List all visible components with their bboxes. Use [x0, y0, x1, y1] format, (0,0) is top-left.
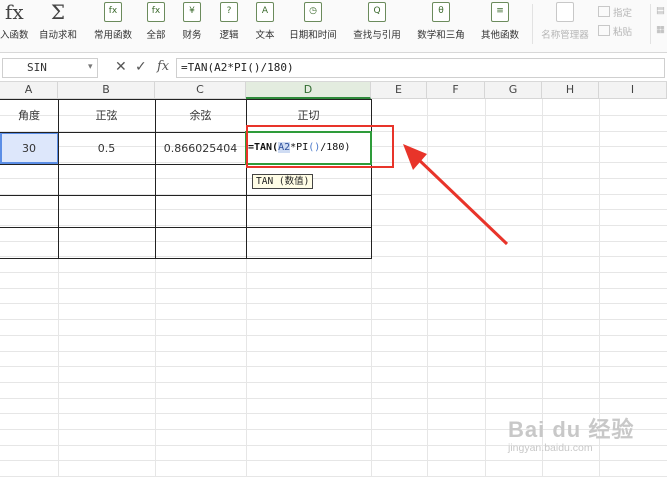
- paste-label: 粘贴: [613, 27, 633, 38]
- yen-icon: ¥: [183, 2, 201, 22]
- confirm-icon[interactable]: ✓: [135, 59, 147, 75]
- header-cell-tangent[interactable]: 正切: [246, 107, 371, 123]
- col-header-c[interactable]: C: [155, 82, 246, 99]
- col-header-f[interactable]: F: [427, 82, 485, 99]
- sigma-icon: Σ: [50, 0, 66, 24]
- list-icon: ≡: [491, 2, 509, 22]
- fx-icon: fx: [5, 0, 24, 24]
- finance-label: 财务: [182, 30, 202, 41]
- insert-function-label: 入函数: [0, 30, 29, 41]
- table-border: [246, 99, 247, 259]
- cell-c2[interactable]: 0.866025404: [155, 142, 246, 155]
- common-functions-label: 常用函数: [93, 30, 132, 41]
- table-border: [0, 258, 371, 259]
- text-label: 文本: [255, 30, 275, 41]
- other-functions-button[interactable]: ≡ 其他函数: [474, 0, 526, 52]
- table-border: [155, 99, 156, 259]
- col-header-i[interactable]: I: [599, 82, 667, 99]
- cell-b2[interactable]: 0.5: [58, 142, 155, 155]
- table-border: [0, 227, 371, 228]
- gridline: [0, 272, 667, 273]
- header-cell-cosine[interactable]: 余弦: [155, 107, 246, 123]
- gridline: [0, 224, 667, 226]
- autosum-button[interactable]: Σ 自动求和: [32, 0, 84, 52]
- name-manager-button[interactable]: 名称管理器: [536, 0, 594, 52]
- name-manager-label: 名称管理器: [541, 30, 589, 41]
- specify-label: 指定: [613, 8, 633, 19]
- header-cell-angle[interactable]: 角度: [0, 107, 58, 123]
- magnifier-icon: Q: [368, 2, 386, 22]
- table-border: [0, 99, 371, 100]
- overflow-icon[interactable]: ▤: [656, 5, 665, 16]
- table-border: [0, 195, 371, 196]
- col-header-d[interactable]: D: [246, 82, 371, 99]
- gridline: [0, 350, 667, 352]
- table-border: [371, 99, 372, 259]
- logic-label: 逻辑: [219, 30, 239, 41]
- autosum-label: 自动求和: [38, 30, 77, 41]
- lookup-label: 查找与引用: [353, 30, 401, 41]
- fx-star-icon: fx: [104, 2, 122, 22]
- ribbon-separator: [532, 4, 533, 44]
- gridline: [0, 397, 667, 399]
- gridline: [0, 177, 667, 179]
- annotation-box: [246, 125, 394, 168]
- specify-icon: [598, 6, 610, 17]
- arrow-shaft: [415, 156, 509, 246]
- gridline: [0, 209, 667, 211]
- spreadsheet-grid: A B C D E F G H I 角度 正弦 余弦 正切 30 0.5 0.8…: [0, 82, 667, 477]
- col-header-g[interactable]: G: [485, 82, 542, 99]
- name-manager-icon: [556, 2, 574, 22]
- chevron-down-icon[interactable]: ▾: [88, 62, 93, 72]
- finance-button[interactable]: ¥ 财务: [175, 0, 209, 52]
- text-button[interactable]: A 文本: [248, 0, 282, 52]
- all-functions-button[interactable]: fx 全部: [140, 0, 172, 52]
- math-trig-button[interactable]: θ 数学和三角: [412, 0, 470, 52]
- col-header-e[interactable]: E: [371, 82, 427, 99]
- gridline: [0, 381, 667, 383]
- insert-function-button[interactable]: fx 入函数: [0, 0, 29, 52]
- function-tooltip[interactable]: TAN (数值): [252, 174, 314, 189]
- overflow-icon-2[interactable]: ▦: [656, 24, 665, 35]
- cancel-icon[interactable]: ✕: [115, 59, 127, 75]
- text-a-icon: A: [256, 2, 274, 22]
- other-functions-label: 其他函数: [480, 30, 519, 41]
- gridline: [0, 287, 667, 289]
- gridline: [0, 460, 667, 462]
- common-functions-button[interactable]: fx 常用函数: [88, 0, 138, 52]
- col-header-h[interactable]: H: [542, 82, 599, 99]
- all-functions-label: 全部: [146, 30, 166, 41]
- table-border: [58, 99, 59, 259]
- gridline: [0, 240, 667, 242]
- question-icon: ?: [220, 2, 238, 22]
- gridline: [0, 303, 667, 305]
- clock-icon: ◷: [304, 2, 322, 22]
- theta-icon: θ: [432, 2, 450, 22]
- paste-button[interactable]: 粘贴: [598, 24, 632, 38]
- gridline: [0, 366, 667, 368]
- formula-bar: SIN ▾ ✕ ✓ fx =TAN(A2*PI()/180): [0, 55, 667, 82]
- math-trig-label: 数学和三角: [417, 30, 465, 41]
- col-header-a[interactable]: A: [0, 82, 58, 99]
- specify-button[interactable]: 指定: [598, 5, 632, 19]
- datetime-label: 日期和时间: [289, 30, 337, 41]
- lookup-button[interactable]: Q 查找与引用: [348, 0, 406, 52]
- fx-icon[interactable]: fx: [157, 59, 169, 74]
- paste-icon: [598, 25, 610, 36]
- annotation-arrow: [403, 144, 509, 246]
- baidu-watermark-logo: Bai du 经验: [508, 417, 635, 442]
- ribbon-separator: [650, 4, 651, 44]
- col-header-b[interactable]: B: [58, 82, 155, 99]
- gridline: [0, 334, 667, 336]
- ribbon-toolbar: fx 入函数 Σ 自动求和 fx 常用函数 fx 全部 ¥ 财务 ? 逻辑 A …: [0, 0, 667, 53]
- formula-input[interactable]: =TAN(A2*PI()/180): [176, 58, 665, 78]
- datetime-button[interactable]: ◷ 日期和时间: [284, 0, 342, 52]
- cell-a2[interactable]: 30: [0, 142, 58, 155]
- header-cell-sine[interactable]: 正弦: [58, 107, 155, 123]
- gridline: [0, 319, 667, 321]
- baidu-watermark-url: jingyan.baidu.com: [508, 442, 593, 454]
- logic-button[interactable]: ? 逻辑: [212, 0, 246, 52]
- name-box[interactable]: SIN: [2, 58, 98, 78]
- fx-list-icon: fx: [147, 2, 165, 22]
